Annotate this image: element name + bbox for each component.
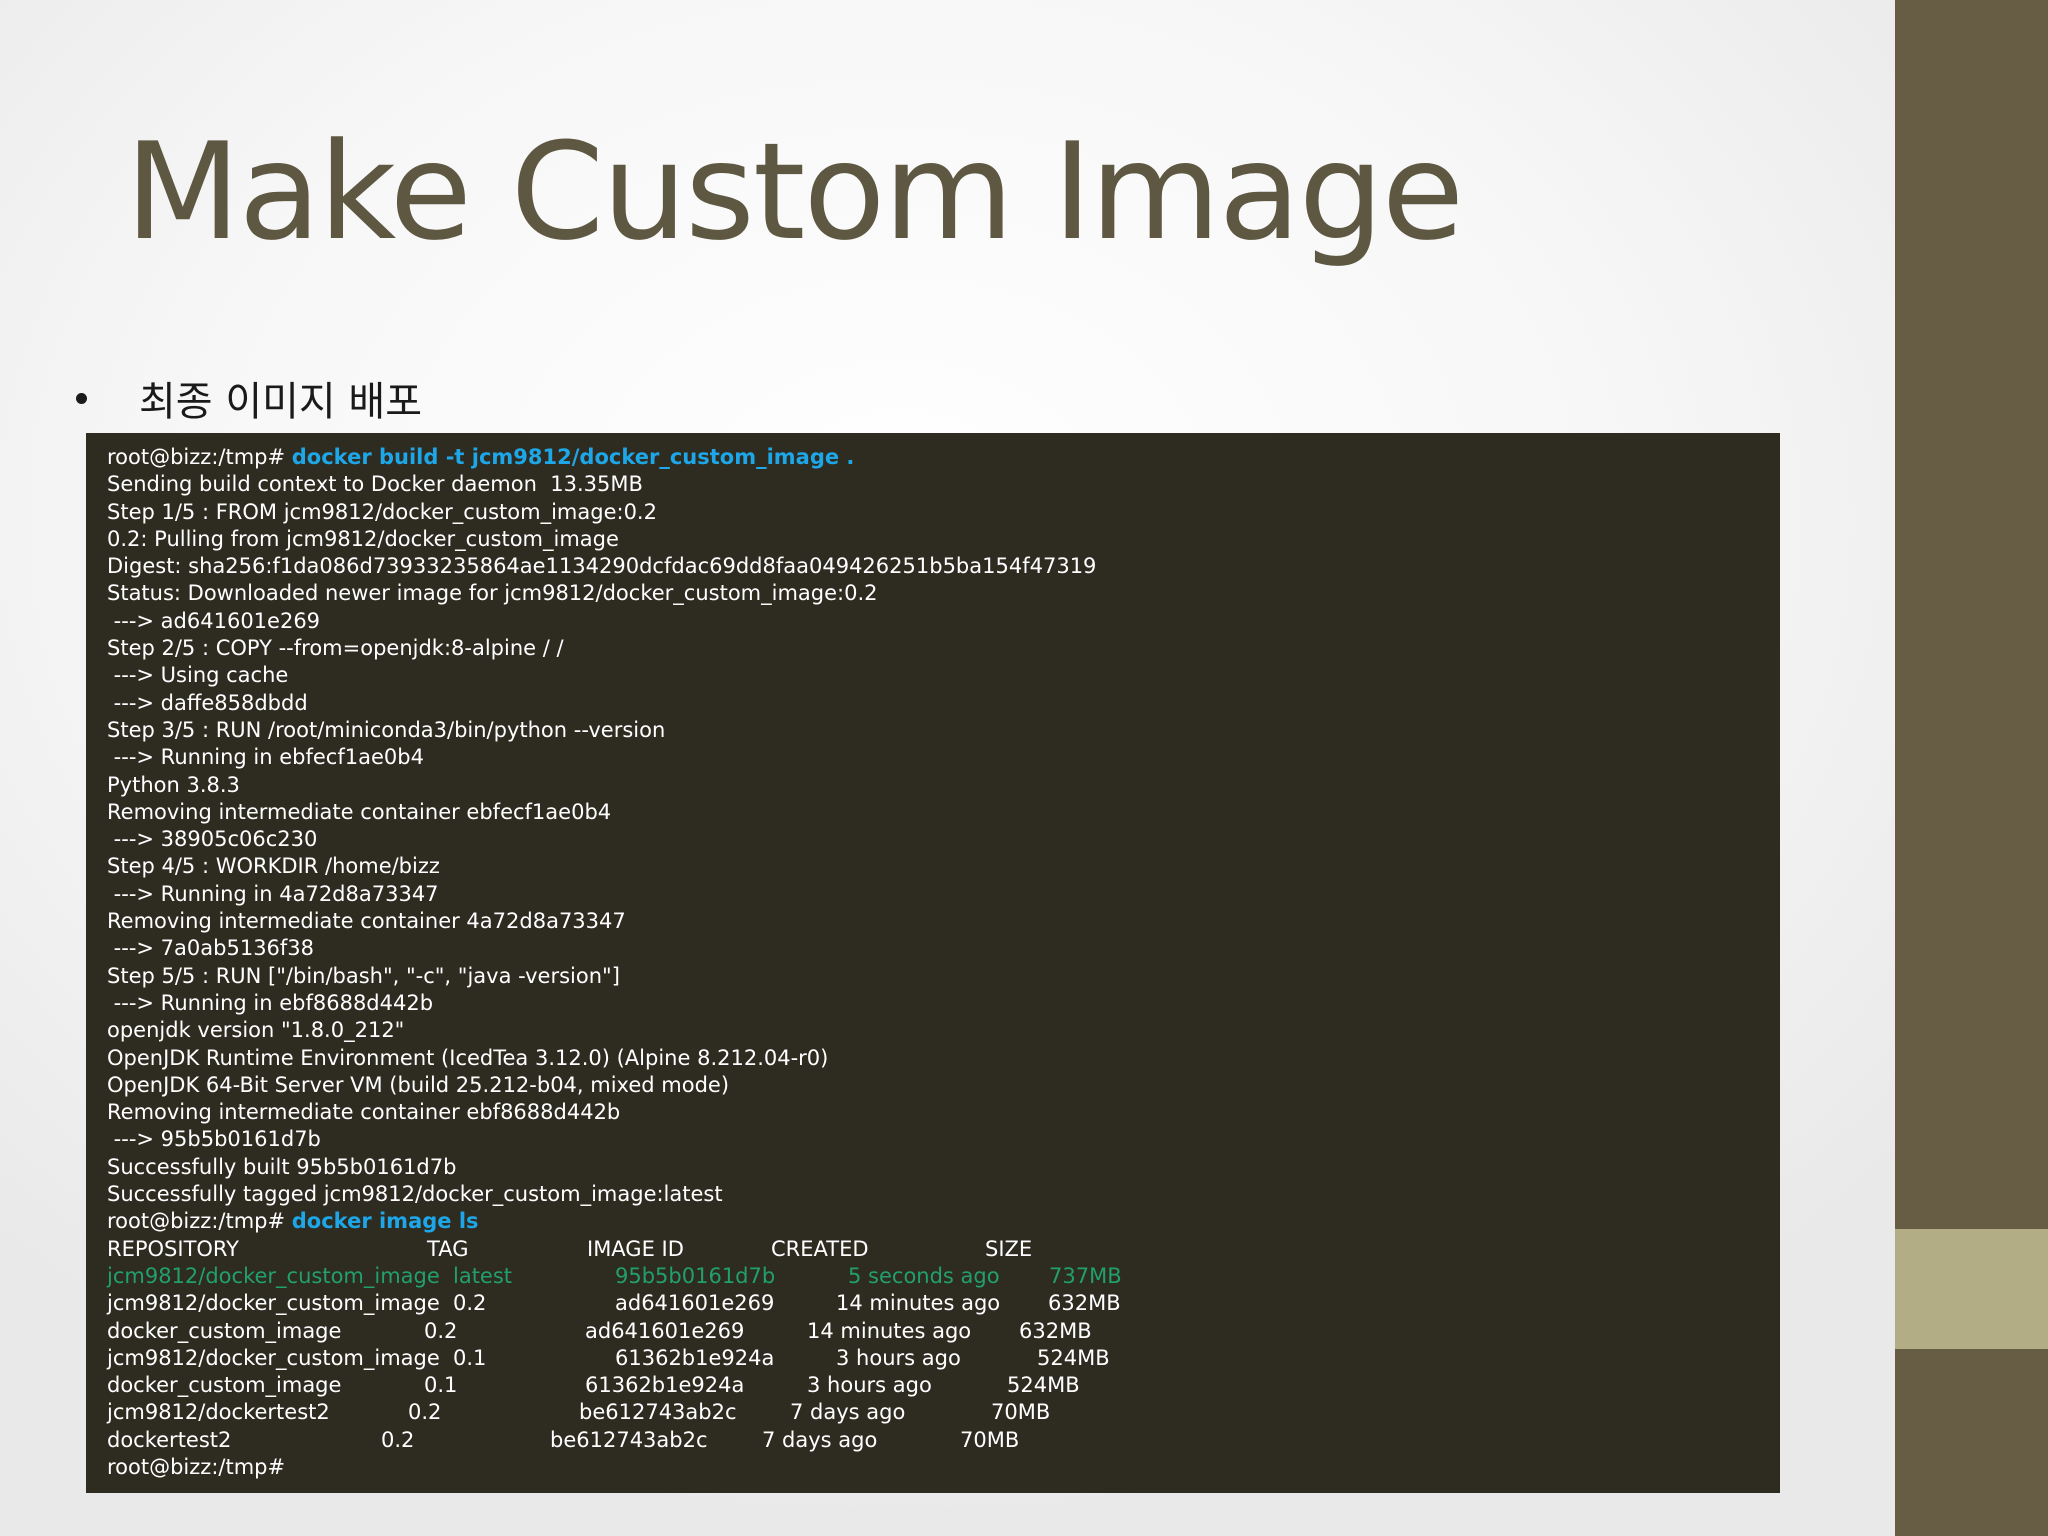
cell-repository: jcm9812/docker_custom_image bbox=[107, 1291, 440, 1316]
table-row: docker_custom_image 0.1 61362b1e924a 3 hour… bbox=[107, 1372, 1780, 1399]
cell-repository: docker_custom_image bbox=[107, 1373, 342, 1398]
cell-size: SIZE bbox=[985, 1236, 1033, 1261]
output-line: Step 1/5 : FROM jcm9812/docker_custom_im… bbox=[107, 499, 657, 524]
output-line: ---> daffe858dbdd bbox=[107, 690, 308, 715]
cell-repository: jcm9812/docker_custom_image bbox=[107, 1345, 440, 1370]
table-row: dockertest2 0.2 be612743ab2c 7 days ago 70MB bbox=[107, 1427, 1780, 1454]
docker-build-command: docker build -t jcm9812/docker_custom_im… bbox=[291, 445, 855, 469]
cell-tag: 0.1 bbox=[424, 1373, 458, 1398]
cell-size: 632MB bbox=[1019, 1318, 1092, 1343]
cell-image-id: IMAGE ID bbox=[587, 1236, 684, 1261]
table-header: REPOSITORY TAG IMAGE ID CREATED SIZE bbox=[107, 1236, 1780, 1263]
cell-image-id: 61362b1e924a bbox=[615, 1345, 775, 1370]
table-row: docker_custom_image 0.2 ad641601e269 14 min… bbox=[107, 1318, 1780, 1345]
cell-size: 524MB bbox=[1007, 1373, 1080, 1398]
cell-image-id: 61362b1e924a bbox=[585, 1373, 745, 1398]
bullet-item: 최종 이미지 배포 bbox=[76, 370, 422, 426]
cell-tag: 0.2 bbox=[381, 1427, 415, 1452]
output-line: Removing intermediate container ebfecf1a… bbox=[107, 799, 612, 824]
output-line: Status: Downloaded newer image for jcm98… bbox=[107, 581, 878, 606]
side-decoration-accent bbox=[1895, 1229, 2048, 1349]
cell-created: 7 days ago bbox=[790, 1400, 906, 1425]
cell-tag: TAG bbox=[427, 1236, 469, 1261]
output-line: Sending build context to Docker daemon 1… bbox=[107, 472, 643, 497]
cell-image-id: be612743ab2c bbox=[579, 1400, 737, 1425]
table-row: jcm9812/docker_custom_image latest 95b5b01… bbox=[107, 1263, 1780, 1290]
cell-created: CREATED bbox=[771, 1236, 869, 1261]
cell-image-id: be612743ab2c bbox=[550, 1427, 708, 1452]
output-line: ---> 95b5b0161d7b bbox=[107, 1127, 321, 1152]
table-row: jcm9812/docker_custom_image 0.1 61362b1e92… bbox=[107, 1345, 1780, 1372]
cell-tag: 0.2 bbox=[424, 1318, 458, 1343]
output-line: 0.2: Pulling from jcm9812/docker_custom_… bbox=[107, 526, 619, 551]
cell-repository: jcm9812/dockertest2 bbox=[107, 1400, 330, 1425]
output-line: ---> Running in 4a72d8a73347 bbox=[107, 881, 439, 906]
output-line: Step 4/5 : WORKDIR /home/bizz bbox=[107, 854, 440, 879]
cell-created: 14 minutes ago bbox=[807, 1318, 972, 1343]
prompt: root@bizz:/tmp# bbox=[107, 445, 292, 469]
cell-tag: latest bbox=[453, 1263, 513, 1288]
cell-image-id: ad641601e269 bbox=[585, 1318, 745, 1343]
output-line: Step 3/5 : RUN /root/miniconda3/bin/pyth… bbox=[107, 717, 666, 742]
output-line: openjdk version "1.8.0_212" bbox=[107, 1018, 405, 1043]
output-line: Successfully built 95b5b0161d7b bbox=[107, 1154, 457, 1179]
bullet-dot-icon bbox=[76, 392, 87, 404]
cell-created: 14 minutes ago bbox=[836, 1291, 1001, 1316]
image-ls-command-line: root@bizz:/tmp# docker image ls bbox=[107, 1208, 1780, 1235]
final-prompt: root@bizz:/tmp# bbox=[107, 1454, 286, 1479]
output-line: OpenJDK 64-Bit Server VM (build 25.212-b… bbox=[107, 1072, 730, 1097]
cell-created: 3 hours ago bbox=[807, 1373, 932, 1398]
output-line: OpenJDK Runtime Environment (IcedTea 3.1… bbox=[107, 1045, 829, 1070]
terminal-output: root@bizz:/tmp# docker build -t jcm9812/… bbox=[86, 433, 1780, 1493]
cell-image-id: 95b5b0161d7b bbox=[615, 1263, 776, 1288]
cell-size: 737MB bbox=[1049, 1263, 1122, 1288]
output-line: Python 3.8.3 bbox=[107, 772, 240, 797]
prompt: root@bizz:/tmp# bbox=[107, 1209, 292, 1234]
build-output: Sending build context to Docker daemon 1… bbox=[107, 471, 1780, 1208]
output-line: ---> ad641601e269 bbox=[107, 608, 321, 633]
cell-size: 524MB bbox=[1037, 1345, 1110, 1370]
output-line: ---> Running in ebf8688d442b bbox=[107, 990, 434, 1015]
output-line: ---> 7a0ab5136f38 bbox=[107, 936, 315, 961]
output-line: Removing intermediate container 4a72d8a7… bbox=[107, 909, 626, 934]
cell-tag: 0.2 bbox=[408, 1400, 442, 1425]
slide-title: Make Custom Image bbox=[125, 114, 1464, 270]
output-line: Step 2/5 : COPY --from=openjdk:8-alpine … bbox=[107, 636, 564, 661]
cell-repository: docker_custom_image bbox=[107, 1318, 342, 1343]
cell-created: 7 days ago bbox=[762, 1427, 878, 1452]
output-line: Successfully tagged jcm9812/docker_custo… bbox=[107, 1182, 723, 1207]
cell-repository: dockertest2 bbox=[107, 1427, 232, 1452]
bullet-text: 최종 이미지 배포 bbox=[139, 379, 423, 425]
cell-created: 3 hours ago bbox=[836, 1345, 961, 1370]
cell-tag: 0.2 bbox=[453, 1291, 487, 1316]
table-row: jcm9812/dockertest2 0.2 be612743ab2c 7 days… bbox=[107, 1399, 1780, 1426]
cell-size: 632MB bbox=[1048, 1291, 1121, 1316]
cell-tag: 0.1 bbox=[453, 1345, 487, 1370]
build-command-line: root@bizz:/tmp# docker build -t jcm9812/… bbox=[107, 444, 1780, 471]
cell-repository: jcm9812/docker_custom_image bbox=[107, 1263, 440, 1288]
output-line: Removing intermediate container ebf8688d… bbox=[107, 1100, 621, 1125]
cell-image-id: ad641601e269 bbox=[615, 1291, 775, 1316]
output-line: ---> Using cache bbox=[107, 663, 289, 688]
output-line: Digest: sha256:f1da086d73933235864ae1134… bbox=[107, 554, 1097, 579]
output-line: ---> Running in ebfecf1ae0b4 bbox=[107, 745, 424, 770]
output-line: Step 5/5 : RUN ["/bin/bash", "-c", "java… bbox=[107, 963, 620, 988]
output-line: ---> 38905c06c230 bbox=[107, 827, 318, 852]
cell-created: 5 seconds ago bbox=[848, 1263, 1000, 1288]
table-row: jcm9812/docker_custom_image 0.2 ad641601e2… bbox=[107, 1290, 1780, 1317]
cell-size: 70MB bbox=[991, 1400, 1051, 1425]
docker-image-ls-command: docker image ls bbox=[291, 1209, 479, 1234]
cell-size: 70MB bbox=[960, 1427, 1020, 1452]
image-list-table: REPOSITORY TAG IMAGE ID CREATED SIZE jcm9812/… bbox=[107, 1236, 1780, 1454]
cell-repository: REPOSITORY bbox=[107, 1236, 240, 1261]
